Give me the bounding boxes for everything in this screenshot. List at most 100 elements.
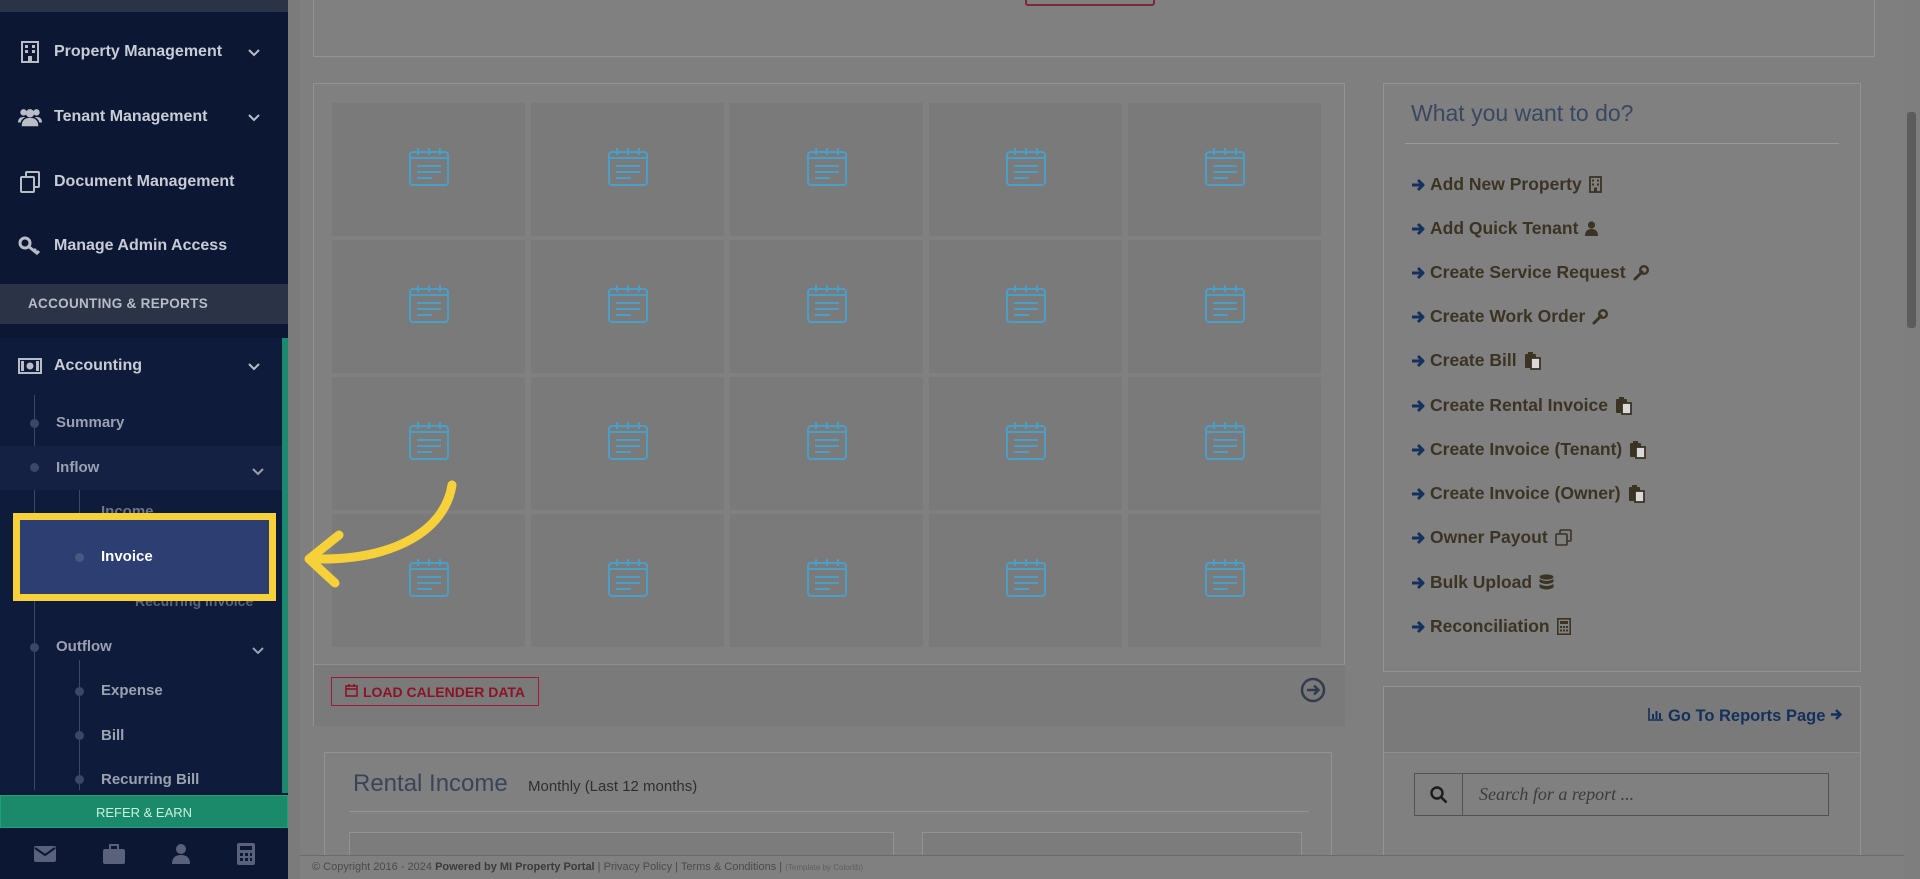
copy-icon xyxy=(1554,529,1572,546)
tree-dot xyxy=(30,419,39,428)
refer-earn-button[interactable]: REFER & EARN xyxy=(0,795,288,828)
quick-action-owner-payout[interactable]: Owner Payout xyxy=(1411,527,1572,548)
quick-action-create-bill[interactable]: Create Bill xyxy=(1411,350,1542,371)
chevron-down-icon xyxy=(252,642,264,660)
privacy-policy-link[interactable]: Privacy Policy xyxy=(604,861,672,873)
calendar-cell[interactable] xyxy=(929,514,1122,647)
search-icon[interactable] xyxy=(1415,774,1463,815)
quick-action-label: Create Service Request xyxy=(1430,262,1626,282)
quick-action-label: Create Bill xyxy=(1430,350,1517,370)
user-icon[interactable] xyxy=(171,843,190,864)
sidebar-subitem-recurring-bill[interactable]: Recurring Bill xyxy=(101,771,199,788)
inflow-band xyxy=(0,446,282,490)
arrow-right-icon xyxy=(1411,620,1426,634)
calendar-cell[interactable] xyxy=(531,240,724,373)
envelope-icon[interactable] xyxy=(33,845,56,862)
arrow-right-icon xyxy=(1411,222,1426,236)
sidebar-subitem-expense[interactable]: Expense xyxy=(101,682,163,699)
sidebar-item-tenant-management[interactable]: Tenant Management xyxy=(0,89,288,145)
calendar-grid xyxy=(332,103,1325,647)
tree-dot xyxy=(75,687,84,696)
calendar-cell[interactable] xyxy=(730,514,923,647)
arrow-right-icon xyxy=(1830,707,1843,726)
database-icon xyxy=(1539,574,1554,591)
notepad-icon xyxy=(806,147,848,192)
quick-action-label: Create Rental Invoice xyxy=(1430,395,1608,415)
money-bill-icon xyxy=(18,354,42,378)
calendar-cell[interactable] xyxy=(730,377,923,510)
calendar-cell[interactable] xyxy=(531,377,724,510)
notepad-icon xyxy=(1204,147,1246,192)
briefcase-icon[interactable] xyxy=(102,843,125,864)
notepad-icon xyxy=(806,558,848,603)
sidebar-item-document-management[interactable]: Document Management xyxy=(0,154,288,210)
rental-income-title: Rental Income xyxy=(353,770,508,797)
quick-action-reconciliation[interactable]: Reconciliation xyxy=(1411,616,1571,637)
calendar-cell[interactable] xyxy=(730,240,923,373)
calendar-cell[interactable] xyxy=(531,103,724,236)
calendar-cell[interactable] xyxy=(1128,240,1321,373)
footer-copyright: © Copyright 2016 - 2024 xyxy=(312,861,433,873)
quick-actions-title: What you want to do? xyxy=(1411,100,1634,126)
calendar-cell[interactable] xyxy=(332,103,525,236)
section-heading-accounting-reports: ACCOUNTING & REPORTS xyxy=(0,284,288,324)
quick-action-create-invoice-tenant[interactable]: Create Invoice (Tenant) xyxy=(1411,439,1647,460)
notepad-icon xyxy=(1204,421,1246,466)
arrow-right-icon xyxy=(1411,576,1426,590)
calendar-cell[interactable] xyxy=(332,240,525,373)
quick-action-create-invoice-owner[interactable]: Create Invoice (Owner) xyxy=(1411,483,1646,504)
chevron-down-icon xyxy=(252,463,264,481)
calendar-cell[interactable] xyxy=(929,377,1122,510)
calendar-cell[interactable] xyxy=(1128,377,1321,510)
user-icon xyxy=(1585,221,1599,236)
sidebar-item-accounting[interactable]: Accounting xyxy=(0,338,288,394)
quick-action-label: Bulk Upload xyxy=(1430,572,1533,592)
quick-action-create-rental-invoice[interactable]: Create Rental Invoice xyxy=(1411,395,1633,416)
calendar-cell[interactable] xyxy=(730,103,923,236)
calendar-cell[interactable] xyxy=(1128,103,1321,236)
tree-dot xyxy=(30,463,39,472)
documents-icon xyxy=(18,170,42,194)
sidebar-subitem-bill[interactable]: Bill xyxy=(101,727,124,744)
arrow-circle-right-icon[interactable] xyxy=(1300,677,1326,708)
report-search-input[interactable] xyxy=(1463,774,1828,815)
sidebar-subitem-summary[interactable]: Summary xyxy=(56,414,124,431)
arrow-right-icon xyxy=(1411,399,1426,413)
scrollbar-thumb[interactable] xyxy=(1907,112,1916,328)
quick-action-create-work-order[interactable]: Create Work Order xyxy=(1411,306,1609,327)
notepad-icon xyxy=(408,421,450,466)
top-card-button[interactable] xyxy=(1025,0,1155,6)
calendar-cell[interactable] xyxy=(929,103,1122,236)
quick-action-add-new-property[interactable]: Add New Property xyxy=(1411,174,1602,195)
quick-action-bulk-upload[interactable]: Bulk Upload xyxy=(1411,572,1554,593)
quick-action-label: Create Invoice (Owner) xyxy=(1430,483,1621,503)
notepad-icon xyxy=(607,284,649,329)
sidebar-item-label: Document Management xyxy=(54,173,235,190)
page-footer: © Copyright 2016 - 2024 Powered by MI Pr… xyxy=(300,855,1920,879)
sidebar-subitem-outflow[interactable]: Outflow xyxy=(56,638,112,655)
sidebar-item-manage-admin-access[interactable]: Manage Admin Access xyxy=(0,218,288,274)
quick-action-label: Create Work Order xyxy=(1430,306,1586,326)
building-icon xyxy=(18,40,42,64)
notepad-icon xyxy=(1005,147,1047,192)
paste-icon xyxy=(1524,351,1542,370)
calculator-icon[interactable] xyxy=(236,842,255,865)
chevron-down-icon xyxy=(248,358,260,376)
go-to-reports-link[interactable]: Go To Reports Page xyxy=(1648,707,1843,726)
sidebar-item-property-management[interactable]: Property Management xyxy=(0,24,288,80)
load-calendar-button[interactable]: LOAD CALENDER DATA xyxy=(331,677,539,706)
calendar-cell[interactable] xyxy=(1128,514,1321,647)
calendar-cell[interactable] xyxy=(531,514,724,647)
footer-powered-by: Powered by MI Property Portal xyxy=(435,861,595,873)
notepad-icon xyxy=(1005,558,1047,603)
notepad-icon xyxy=(408,147,450,192)
terms-link[interactable]: Terms & Conditions xyxy=(681,861,776,873)
quick-action-create-service-request[interactable]: Create Service Request xyxy=(1411,262,1649,283)
calculator-icon xyxy=(1556,618,1571,635)
sidebar-subitem-inflow[interactable]: Inflow xyxy=(56,459,99,476)
calendar-cell[interactable] xyxy=(929,240,1122,373)
notepad-icon xyxy=(1204,284,1246,329)
quick-action-add-quick-tenant[interactable]: Add Quick Tenant xyxy=(1411,218,1599,239)
notepad-icon xyxy=(1005,421,1047,466)
notepad-icon xyxy=(607,147,649,192)
